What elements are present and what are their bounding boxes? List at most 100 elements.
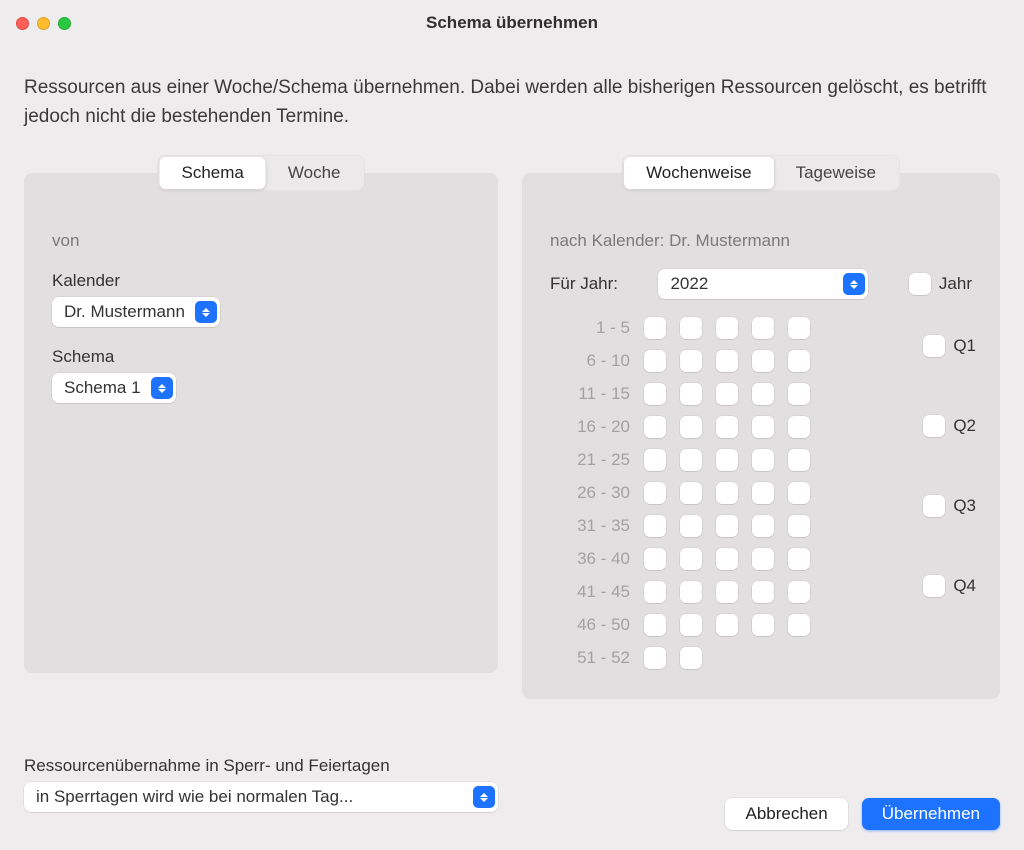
week-checkbox[interactable] — [788, 515, 810, 537]
week-checkbox[interactable] — [716, 383, 738, 405]
week-checkbox[interactable] — [680, 317, 702, 339]
updown-icon — [473, 786, 495, 808]
kalender-select[interactable]: Dr. Mustermann — [52, 297, 220, 327]
nach-kalender-label: nach Kalender: Dr. Mustermann — [550, 231, 972, 251]
week-checkbox[interactable] — [788, 416, 810, 438]
week-checkbox[interactable] — [752, 581, 774, 603]
cancel-button[interactable]: Abbrechen — [725, 798, 847, 830]
quarter-checkbox[interactable] — [923, 335, 945, 357]
week-checkbox[interactable] — [680, 515, 702, 537]
quarter-column: Q1 Q2 Q3 Q4 — [923, 335, 976, 597]
week-checkbox[interactable] — [644, 317, 666, 339]
week-checkbox[interactable] — [752, 350, 774, 372]
tab-wochenweise[interactable]: Wochenweise — [624, 157, 774, 189]
tab-woche[interactable]: Woche — [266, 157, 363, 189]
week-checkbox[interactable] — [680, 548, 702, 570]
year-label: Für Jahr: — [550, 274, 618, 294]
week-checkbox[interactable] — [752, 482, 774, 504]
week-range-label: 41 - 45 — [550, 581, 636, 603]
intro-text: Ressourcen aus einer Woche/Schema überne… — [0, 46, 1024, 139]
week-range-label: 36 - 40 — [550, 548, 636, 570]
week-checkbox[interactable] — [788, 614, 810, 636]
week-checkbox[interactable] — [644, 350, 666, 372]
week-checkbox[interactable] — [788, 449, 810, 471]
tab-tageweise[interactable]: Tageweise — [774, 157, 898, 189]
week-checkbox[interactable] — [788, 350, 810, 372]
week-checkbox[interactable] — [644, 383, 666, 405]
week-range-label: 6 - 10 — [550, 350, 636, 372]
schema-label: Schema — [52, 347, 470, 367]
week-checkbox[interactable] — [716, 449, 738, 471]
week-checkbox[interactable] — [716, 614, 738, 636]
week-checkbox[interactable] — [752, 317, 774, 339]
jahr-checkbox[interactable] — [909, 273, 931, 295]
schema-select[interactable]: Schema 1 — [52, 373, 176, 403]
sperr-label: Ressourcenübernahme in Sperr- und Feiert… — [24, 756, 498, 776]
weeks-grid: 1 - 56 - 1011 - 1516 - 2021 - 2526 - 303… — [550, 317, 972, 669]
week-range-label: 11 - 15 — [550, 383, 636, 405]
week-checkbox[interactable] — [680, 449, 702, 471]
week-checkbox[interactable] — [716, 350, 738, 372]
week-range-label: 16 - 20 — [550, 416, 636, 438]
target-tabs: Wochenweise Tageweise — [622, 155, 900, 191]
week-checkbox[interactable] — [788, 317, 810, 339]
confirm-button[interactable]: Übernehmen — [862, 798, 1000, 830]
week-checkbox[interactable] — [680, 647, 702, 669]
zoom-window-button[interactable] — [58, 17, 71, 30]
von-label: von — [52, 231, 470, 251]
quarter-label: Q2 — [953, 416, 976, 436]
kalender-label: Kalender — [52, 271, 470, 291]
sperr-select[interactable]: in Sperrtagen wird wie bei normalen Tag.… — [24, 782, 498, 812]
footer-buttons: Abbrechen Übernehmen — [725, 798, 1000, 830]
quarter-row: Q1 — [923, 335, 976, 357]
tab-schema[interactable]: Schema — [160, 157, 266, 189]
week-checkbox[interactable] — [788, 482, 810, 504]
week-checkbox[interactable] — [644, 581, 666, 603]
week-checkbox[interactable] — [752, 614, 774, 636]
jahr-label: Jahr — [939, 274, 972, 294]
week-checkbox[interactable] — [680, 581, 702, 603]
week-checkbox[interactable] — [788, 548, 810, 570]
week-range-label: 1 - 5 — [550, 317, 636, 339]
week-checkbox[interactable] — [788, 581, 810, 603]
week-checkbox[interactable] — [752, 383, 774, 405]
week-checkbox[interactable] — [644, 548, 666, 570]
week-checkbox[interactable] — [752, 548, 774, 570]
week-checkbox[interactable] — [716, 482, 738, 504]
quarter-row: Q4 — [923, 575, 976, 597]
week-checkbox[interactable] — [752, 515, 774, 537]
source-panel: Schema Woche von Kalender Dr. Mustermann… — [24, 173, 498, 673]
week-checkbox[interactable] — [752, 416, 774, 438]
minimize-window-button[interactable] — [37, 17, 50, 30]
window-title: Schema übernehmen — [0, 13, 1024, 33]
week-checkbox[interactable] — [644, 614, 666, 636]
quarter-checkbox[interactable] — [923, 415, 945, 437]
week-checkbox[interactable] — [680, 350, 702, 372]
quarter-row: Q3 — [923, 495, 976, 517]
week-checkbox[interactable] — [716, 317, 738, 339]
quarter-checkbox[interactable] — [923, 575, 945, 597]
week-checkbox[interactable] — [644, 449, 666, 471]
quarter-label: Q4 — [953, 576, 976, 596]
week-checkbox[interactable] — [680, 614, 702, 636]
week-checkbox[interactable] — [644, 416, 666, 438]
close-window-button[interactable] — [16, 17, 29, 30]
week-checkbox[interactable] — [716, 581, 738, 603]
week-checkbox[interactable] — [788, 383, 810, 405]
week-range-label: 31 - 35 — [550, 515, 636, 537]
week-checkbox[interactable] — [716, 416, 738, 438]
week-checkbox[interactable] — [716, 548, 738, 570]
year-select[interactable]: 2022 — [658, 269, 868, 299]
quarter-checkbox[interactable] — [923, 495, 945, 517]
updown-icon — [151, 377, 173, 399]
week-checkbox[interactable] — [680, 482, 702, 504]
week-checkbox[interactable] — [644, 515, 666, 537]
week-checkbox[interactable] — [644, 647, 666, 669]
traffic-lights — [16, 17, 71, 30]
week-checkbox[interactable] — [680, 383, 702, 405]
week-checkbox[interactable] — [716, 515, 738, 537]
kalender-value: Dr. Mustermann — [64, 302, 193, 322]
week-checkbox[interactable] — [644, 482, 666, 504]
week-checkbox[interactable] — [680, 416, 702, 438]
week-checkbox[interactable] — [752, 449, 774, 471]
